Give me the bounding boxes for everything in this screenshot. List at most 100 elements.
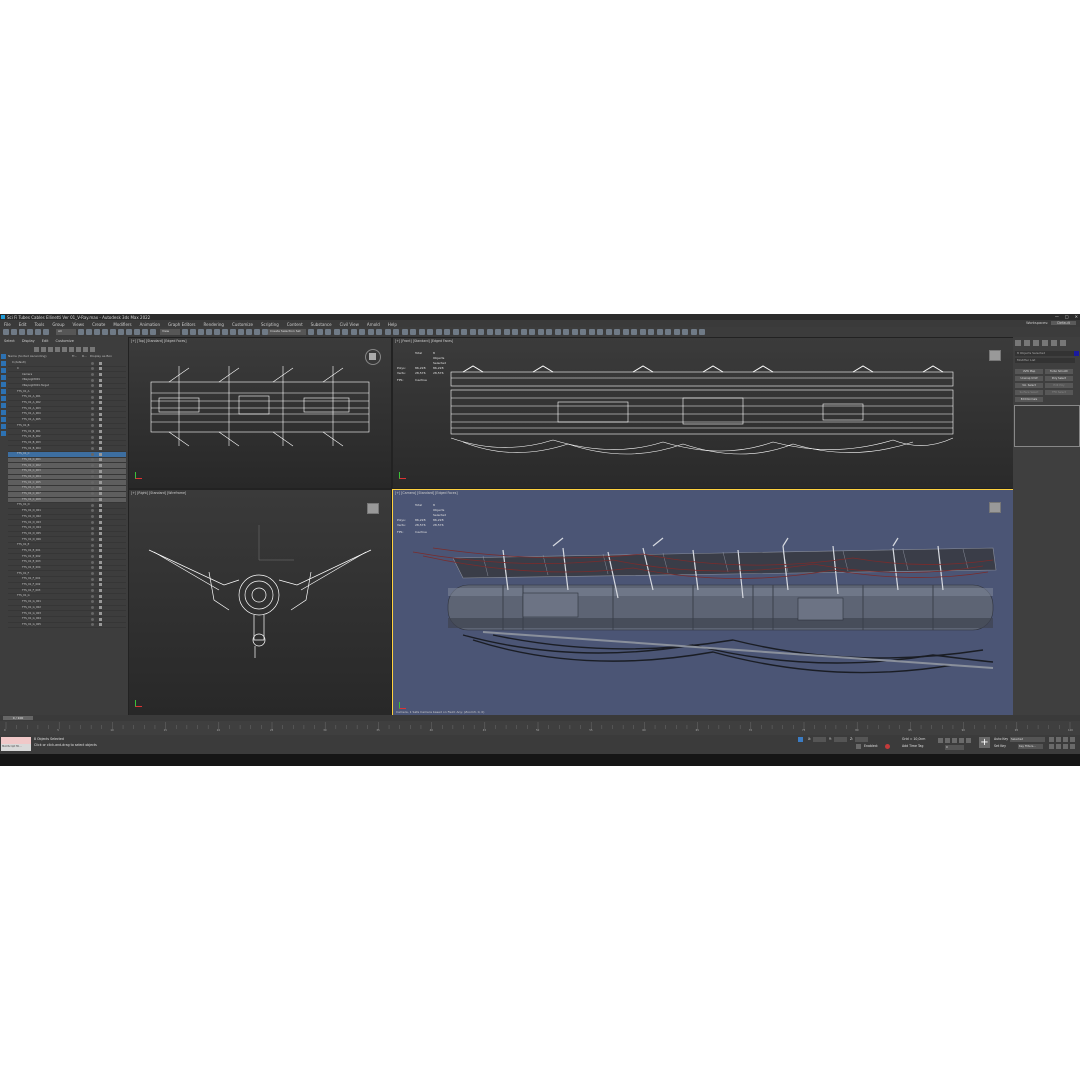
- render-toggle-icon[interactable]: [99, 611, 102, 615]
- toolbar-tool-icon[interactable]: [359, 329, 365, 335]
- toolbar-tool-icon[interactable]: [588, 329, 595, 335]
- freeze-toggle-icon[interactable]: [91, 378, 94, 382]
- freeze-toggle-icon[interactable]: [91, 611, 94, 615]
- freeze-toggle-icon[interactable]: [91, 361, 94, 365]
- render-toggle-icon[interactable]: [99, 390, 102, 394]
- toolbar-tool-icon[interactable]: [393, 329, 399, 335]
- modifier-stack[interactable]: [1014, 405, 1080, 447]
- play-icon[interactable]: [952, 738, 957, 743]
- toolbar-tool-icon[interactable]: [43, 329, 49, 335]
- render-toggle-icon[interactable]: [99, 560, 102, 564]
- auto-key-button[interactable]: Auto Key: [994, 737, 1008, 741]
- poly-select-button[interactable]: Poly Select: [1045, 376, 1073, 381]
- layer-add-icon[interactable]: [1, 417, 6, 422]
- toolbar-tool-icon[interactable]: [118, 329, 124, 335]
- freeze-toggle-icon[interactable]: [91, 384, 94, 388]
- toolbar-tool-icon[interactable]: [554, 329, 561, 335]
- toolbar-tool-icon[interactable]: [648, 329, 654, 335]
- freeze-toggle-icon[interactable]: [91, 424, 94, 428]
- toolbar-tool-icon[interactable]: [190, 329, 196, 335]
- toolbar-tool-icon[interactable]: [182, 329, 188, 335]
- invert-icon[interactable]: [1, 382, 6, 387]
- menu-civil-view[interactable]: Civil View: [336, 320, 363, 327]
- menu-tools[interactable]: Tools: [30, 320, 48, 327]
- render-toggle-icon[interactable]: [99, 577, 102, 581]
- toolbar-tool-icon[interactable]: [35, 329, 41, 335]
- render-toggle-icon[interactable]: [99, 589, 102, 593]
- toolbar-tool-icon[interactable]: [682, 329, 688, 335]
- toolbar-tool-icon[interactable]: [238, 329, 244, 335]
- toolbar-tool-icon[interactable]: [134, 329, 140, 335]
- toolbar-tool-icon[interactable]: [254, 329, 260, 335]
- toolbar-tool-icon[interactable]: [126, 329, 132, 335]
- menu-content[interactable]: Content: [283, 320, 307, 327]
- freeze-toggle-icon[interactable]: [91, 412, 94, 416]
- surface-select-button[interactable]: Surface Select: [1015, 390, 1043, 395]
- freeze-toggle-icon[interactable]: [91, 441, 94, 445]
- render-toggle-icon[interactable]: [99, 418, 102, 422]
- column-render[interactable]: R...: [82, 354, 90, 359]
- render-toggle-icon[interactable]: [99, 594, 102, 598]
- freeze-toggle-icon[interactable]: [91, 520, 94, 524]
- toolbar-tool-icon[interactable]: [401, 329, 408, 335]
- freeze-toggle-icon[interactable]: [91, 617, 94, 621]
- viewcube[interactable]: [369, 353, 376, 360]
- y-field[interactable]: [834, 737, 847, 742]
- toolbar-tool-icon[interactable]: [614, 329, 620, 335]
- freeze-toggle-icon[interactable]: [91, 606, 94, 610]
- render-toggle-icon[interactable]: [99, 606, 102, 610]
- toolbar-tool-icon[interactable]: [478, 329, 484, 335]
- record-icon[interactable]: [885, 744, 890, 749]
- toolbar-tool-icon[interactable]: [512, 329, 518, 335]
- menu-scripting[interactable]: Scripting: [257, 320, 283, 327]
- freeze-toggle-icon[interactable]: [91, 515, 94, 519]
- toolbar-tool-icon[interactable]: [350, 329, 357, 335]
- viewcube[interactable]: [989, 502, 1001, 513]
- freeze-toggle-icon[interactable]: [91, 407, 94, 411]
- toolbar-tool-icon[interactable]: [580, 329, 586, 335]
- toolbar-tool-icon[interactable]: [631, 329, 637, 335]
- set-key-plus-icon[interactable]: +: [979, 737, 990, 748]
- render-toggle-icon[interactable]: [99, 600, 102, 604]
- object-name-field[interactable]: 8 Objects Selected: [1015, 351, 1075, 356]
- freeze-toggle-icon[interactable]: [91, 623, 94, 627]
- freeze-toggle-icon[interactable]: [91, 509, 94, 513]
- freeze-toggle-icon[interactable]: [91, 600, 94, 604]
- render-toggle-icon[interactable]: [99, 503, 102, 507]
- render-toggle-icon[interactable]: [99, 429, 102, 433]
- toolbar-tool-icon[interactable]: [316, 329, 323, 335]
- maxscript-listener[interactable]: MAXScript Mi...: [1, 737, 31, 751]
- render-toggle-icon[interactable]: [99, 486, 102, 490]
- toolbar-tool-icon[interactable]: [410, 329, 416, 335]
- toolbar-tool-icon[interactable]: [546, 329, 552, 335]
- toolbar-tool-icon[interactable]: [563, 329, 569, 335]
- helper-icon[interactable]: [76, 347, 81, 352]
- freeze-toggle-icon[interactable]: [91, 492, 94, 496]
- toolbar-tool-icon[interactable]: [206, 329, 212, 335]
- edit-poly-button[interactable]: Edit Poly: [1045, 383, 1073, 388]
- toolbar-tool-icon[interactable]: [78, 329, 84, 335]
- freeze-toggle-icon[interactable]: [91, 429, 94, 433]
- render-toggle-icon[interactable]: [99, 367, 102, 371]
- filter-icon[interactable]: [41, 347, 46, 352]
- render-toggle-icon[interactable]: [99, 617, 102, 621]
- render-toggle-icon[interactable]: [99, 481, 102, 485]
- expand-icon[interactable]: [1, 389, 6, 394]
- freeze-toggle-icon[interactable]: [91, 526, 94, 530]
- freeze-toggle-icon[interactable]: [91, 458, 94, 462]
- freeze-toggle-icon[interactable]: [91, 566, 94, 570]
- toolbar-tool-icon[interactable]: [597, 329, 603, 335]
- toolbar-tool-icon[interactable]: [110, 329, 116, 335]
- hierarchy-icon[interactable]: [1, 361, 6, 366]
- turbosmooth-button[interactable]: Turbo Smooth: [1045, 369, 1073, 374]
- viewport-right[interactable]: [+] [Right] [Standard] [Wireframe]: [128, 489, 392, 717]
- render-toggle-icon[interactable]: [99, 441, 102, 445]
- render-toggle-icon[interactable]: [99, 469, 102, 473]
- freeze-toggle-icon[interactable]: [91, 372, 94, 376]
- menu-file[interactable]: File: [0, 320, 15, 327]
- toolbar-tool-icon[interactable]: [367, 329, 374, 335]
- toolbar-tool-icon[interactable]: [469, 329, 476, 335]
- track-bar[interactable]: 0 5 10 15 20 25 30 35 40 45 50 55 60 65 70 75 80 85 90 95 10…: [0, 721, 1080, 735]
- maximize-viewport-icon[interactable]: [1070, 744, 1075, 749]
- menu-edit[interactable]: Edit: [15, 320, 31, 327]
